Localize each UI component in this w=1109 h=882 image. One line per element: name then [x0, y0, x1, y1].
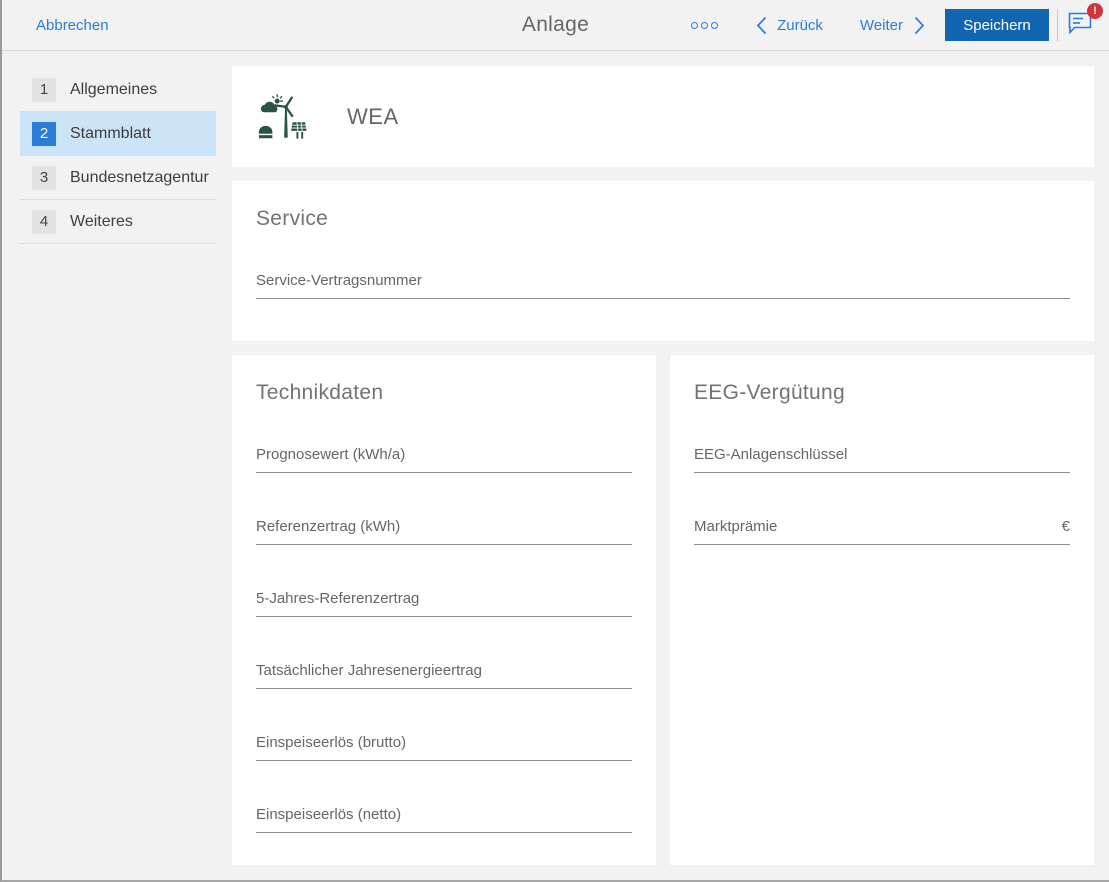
- field-prognosewert[interactable]: Prognosewert (kWh/a): [256, 446, 632, 473]
- field-marktpraemie[interactable]: Marktprämie €: [694, 518, 1070, 545]
- step-number: 3: [32, 166, 56, 190]
- field-label: Referenzertrag (kWh): [256, 518, 400, 535]
- currency-euro-suffix: €: [1062, 518, 1070, 535]
- step-number: 4: [32, 210, 56, 234]
- wind-energy-icon: [257, 93, 307, 140]
- step-label: Bundesnetzagentur: [70, 169, 209, 187]
- service-section-card: Service Service-Vertragsnummer: [232, 181, 1094, 341]
- technikdaten-section-card: Technikdaten Prognosewert (kWh/a) Refere…: [232, 355, 656, 865]
- field-label: Marktprämie: [694, 518, 777, 535]
- field-eeg-anlagenschluessel[interactable]: EEG-Anlagenschlüssel: [694, 446, 1070, 473]
- entity-header-card: WEA: [232, 66, 1094, 167]
- field-label: Service-Vertragsnummer: [256, 272, 422, 289]
- section-title-eeg-verguetung: EEG-Vergütung: [694, 381, 1070, 405]
- step-number: 1: [32, 78, 56, 102]
- entity-title: WEA: [347, 104, 399, 130]
- main-panel: WEA Service Service-Vertragsnummer Techn…: [232, 66, 1094, 865]
- sidebar-item-stammblatt[interactable]: 2 Stammblatt: [20, 112, 216, 156]
- cancel-button[interactable]: Abbrechen: [36, 17, 109, 34]
- alert-badge: !: [1087, 3, 1103, 19]
- notes-comment-icon[interactable]: !: [1066, 9, 1096, 42]
- two-column-row: Technikdaten Prognosewert (kWh/a) Refere…: [232, 355, 1094, 865]
- section-title-technikdaten: Technikdaten: [256, 381, 632, 405]
- field-service-vertragsnummer[interactable]: Service-Vertragsnummer: [256, 272, 1070, 299]
- field-tatsaechlicher-jahresenergieertrag[interactable]: Tatsächlicher Jahresenergieertrag: [256, 662, 632, 689]
- field-label: 5-Jahres-Referenzertrag: [256, 590, 419, 607]
- field-referenzertrag[interactable]: Referenzertrag (kWh): [256, 518, 632, 545]
- chevron-right-icon: [914, 16, 925, 35]
- field-einspeiseerloes-netto[interactable]: Einspeiseerlös (netto): [256, 806, 632, 833]
- step-number: 2: [32, 122, 56, 146]
- next-button[interactable]: Weiter: [860, 16, 925, 35]
- field-einspeiseerloes-brutto[interactable]: Einspeiseerlös (brutto): [256, 734, 632, 761]
- save-button[interactable]: Speichern: [945, 9, 1049, 41]
- anlage-dialog-window: Abbrechen Anlage Zurück Weiter Speiche: [0, 0, 1109, 882]
- field-label: Tatsächlicher Jahresenergieertrag: [256, 662, 482, 679]
- step-label: Stammblatt: [70, 125, 151, 143]
- more-options-dot: [711, 22, 718, 29]
- next-button-label: Weiter: [860, 17, 903, 34]
- sidebar-item-bundesnetzagentur[interactable]: 3 Bundesnetzagentur: [20, 156, 216, 200]
- more-options-dot: [701, 22, 708, 29]
- more-options-icon[interactable]: [689, 18, 720, 33]
- more-options-dot: [691, 22, 698, 29]
- field-label: EEG-Anlagenschlüssel: [694, 446, 847, 463]
- topbar-divider: [1057, 9, 1058, 41]
- back-button[interactable]: Zurück: [756, 16, 823, 35]
- field-label: Einspeiseerlös (brutto): [256, 734, 406, 751]
- field-5-jahres-referenzertrag[interactable]: 5-Jahres-Referenzertrag: [256, 590, 632, 617]
- top-action-bar: Abbrechen Anlage Zurück Weiter Speiche: [2, 0, 1109, 51]
- dialog-content: 1 Allgemeines 2 Stammblatt 3 Bundesnetza…: [2, 51, 1109, 880]
- page-title: Anlage: [522, 13, 589, 37]
- sidebar-item-weiteres[interactable]: 4 Weiteres: [20, 200, 216, 244]
- wizard-step-list: 1 Allgemeines 2 Stammblatt 3 Bundesnetza…: [20, 68, 216, 244]
- field-label: Einspeiseerlös (netto): [256, 806, 401, 823]
- section-title-service: Service: [256, 207, 1070, 231]
- step-label: Weiteres: [70, 213, 133, 231]
- eeg-verguetung-section-card: EEG-Vergütung EEG-Anlagenschlüssel Markt…: [670, 355, 1094, 865]
- sidebar-item-allgemeines[interactable]: 1 Allgemeines: [20, 68, 216, 112]
- topbar-actions: Zurück Weiter Speichern !: [689, 9, 1109, 42]
- step-label: Allgemeines: [70, 81, 157, 99]
- back-button-label: Zurück: [777, 17, 823, 34]
- field-label: Prognosewert (kWh/a): [256, 446, 405, 463]
- chevron-left-icon: [756, 16, 767, 35]
